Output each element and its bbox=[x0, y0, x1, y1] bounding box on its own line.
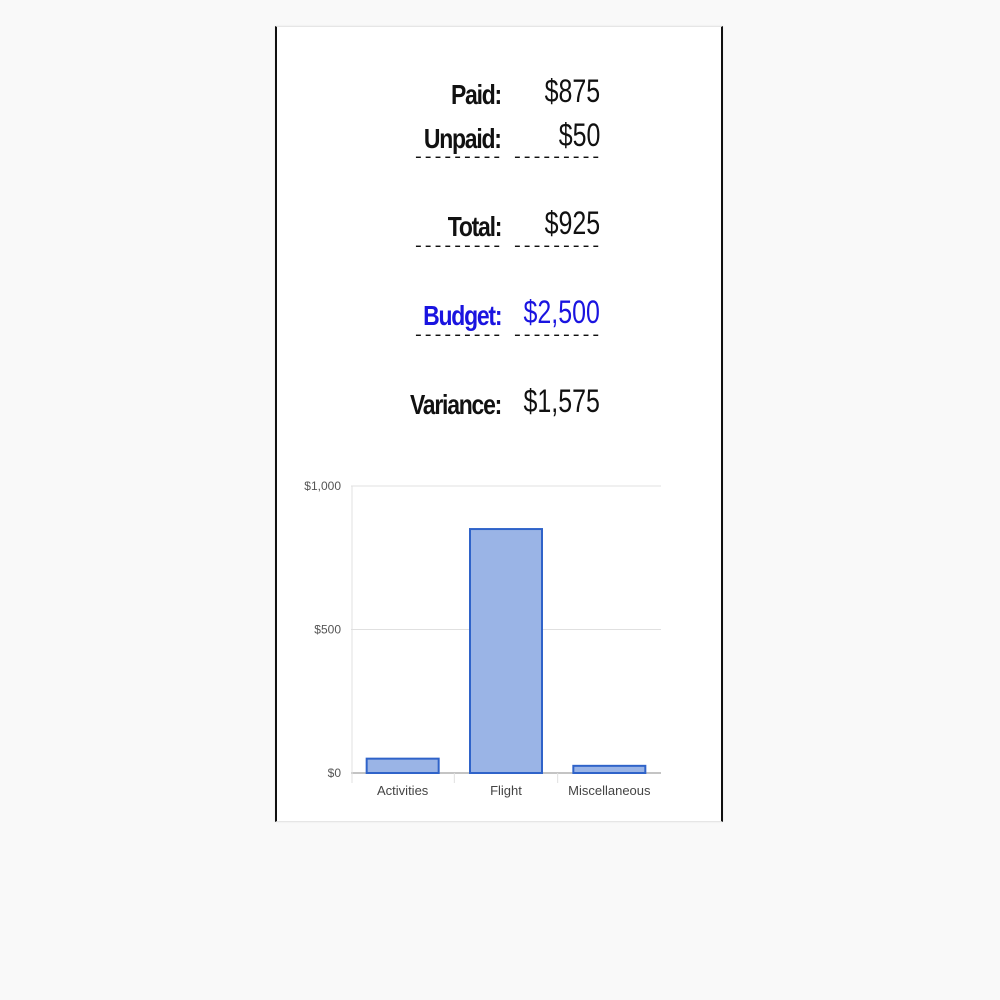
screen: Paid: $875 Unpaid: $50 --------- -------… bbox=[0, 0, 1000, 1000]
expense-chart: $0 $500 $1,000 Activities Flight Miscellaneou… bbox=[277, 447, 721, 821]
budget-value: $2,500 bbox=[523, 294, 600, 330]
total-value: $925 bbox=[544, 205, 600, 241]
separator-right-2: --------- bbox=[512, 237, 601, 257]
separator-left-1: --------- bbox=[413, 148, 502, 168]
x-tick-label: Flight bbox=[490, 783, 522, 798]
bar-chart: $0 $500 $1,000 Activities Flight Miscellaneou… bbox=[304, 479, 661, 798]
y-tick-label: $0 bbox=[328, 766, 342, 780]
variance-label: Variance: bbox=[409, 389, 502, 420]
y-tick-label: $1,000 bbox=[304, 479, 341, 493]
variance-row: Variance: $1,575 bbox=[277, 375, 721, 419]
separator-right-3: --------- bbox=[512, 326, 601, 346]
paid-row: Paid: $875 bbox=[277, 65, 721, 109]
bar-flight bbox=[469, 528, 543, 774]
unpaid-row: Unpaid: $50 bbox=[277, 109, 721, 153]
variance-value: $1,575 bbox=[523, 383, 600, 419]
separator-right-1: --------- bbox=[512, 148, 601, 168]
expense-summary: Paid: $875 Unpaid: $50 --------- -------… bbox=[277, 27, 721, 427]
x-tick-label: Miscellaneous bbox=[568, 783, 651, 798]
paid-value: $875 bbox=[544, 73, 600, 109]
y-tick-label: $500 bbox=[314, 623, 341, 637]
unpaid-value: $50 bbox=[558, 117, 600, 153]
budget-row: Budget: $2,500 bbox=[277, 286, 721, 330]
separator-left-2: --------- bbox=[413, 237, 502, 257]
x-tick-label: Activities bbox=[377, 783, 429, 798]
bar-miscellaneous bbox=[572, 764, 647, 775]
separator-left-3: --------- bbox=[413, 326, 502, 346]
phone-screen: Paid: $875 Unpaid: $50 --------- -------… bbox=[275, 26, 723, 822]
total-row: Total: $925 bbox=[277, 197, 721, 241]
paid-label: Paid: bbox=[451, 79, 502, 110]
bar-activities bbox=[365, 757, 440, 774]
